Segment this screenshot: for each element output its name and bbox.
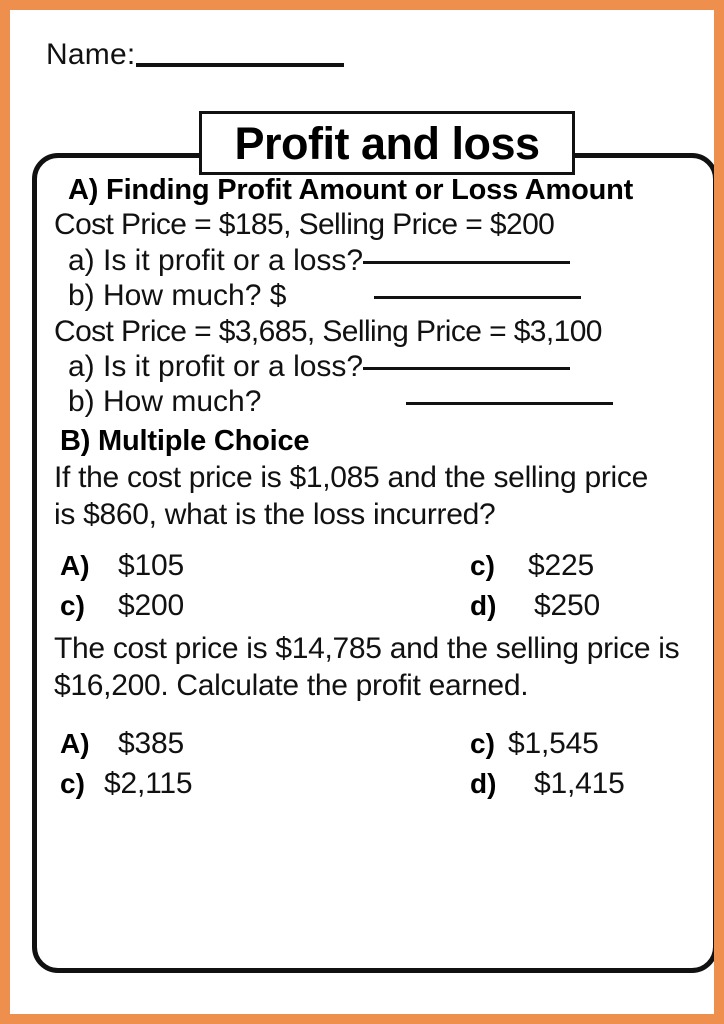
mc2-option-b-label: c) [470,727,495,759]
name-label: Name: [46,38,136,71]
mc1-option-d-value: $250 [534,589,600,623]
problem-1-answer-blank-a[interactable] [363,260,571,264]
mc1-option-b-value: $225 [528,549,594,583]
mc2-option-c-value: $2,115 [104,766,193,800]
mc1-option-d[interactable]: d) $250 [470,589,704,623]
mc-question-1-options: A) $105 c) $225 c) $200 d) $250 [46,549,704,623]
section-b-heading: B) Multiple Choice [60,424,310,457]
mc2-option-c-label: c) [60,767,85,799]
problem-1-sub-b: b) How much? $ [46,278,704,313]
mc2-option-b-value: $1,545 [508,726,599,760]
mc-question-2-line-2: $16,200. Calculate the profit earned. [54,669,529,702]
problem-2-prompt: Cost Price = $3,685, Selling Price = $3,… [54,314,602,348]
problem-2-sub-b-text: b) How much? [68,385,262,419]
mc2-option-a-value: $385 [118,726,184,760]
worksheet-paper: Name: Profit and loss A) Finding Profit … [10,10,714,1014]
mc2-option-d[interactable]: d) $1,415 [470,767,704,801]
problem-2-answer-blank-b[interactable] [406,402,614,406]
title-box: Profit and loss [199,111,575,175]
mc-question-2-options: A) $385 c) $1,545 c) $2,115 d) $1,415 [46,727,704,801]
mc1-option-a[interactable]: A) $105 [60,549,470,583]
mc1-option-b[interactable]: c) $225 [470,549,704,583]
section-a-heading: A) Finding Profit Amount or Loss Amount [68,174,634,206]
mc2-option-d-label: d) [470,767,497,799]
mc1-option-c-value: $200 [118,589,184,623]
mc1-option-a-label: A) [60,550,90,582]
mc2-option-c[interactable]: c) $2,115 [60,767,470,801]
problem-2-sub-a-text: a) Is it profit or a loss? [68,350,364,383]
worksheet-content: A) Finding Profit Amount or Loss Amount … [32,153,714,973]
mc2-option-a[interactable]: A) $385 [60,727,470,761]
name-blank-line[interactable] [136,63,345,67]
mc2-option-b[interactable]: c) $1,545 [470,727,704,761]
mc-question-1-line-1: If the cost price is $1,085 and the sell… [54,461,648,495]
worksheet-page: Name: Profit and loss A) Finding Profit … [0,0,724,1024]
name-field-row: Name: [46,38,345,71]
problem-1-sub-b-text: b) How much? $ [68,279,287,313]
problem-2-answer-blank-a[interactable] [363,367,571,370]
problem-1-sub-a-text: a) Is it profit or a loss? [68,243,364,277]
mc1-option-c-label: c) [60,590,85,622]
mc1-option-a-value: $105 [118,549,184,583]
mc1-option-d-label: d) [470,590,497,622]
page-title: Profit and loss [234,117,540,169]
problem-2-sub-a: a) Is it profit or a loss? [46,349,704,384]
problem-1-sub-a: a) Is it profit or a loss? [46,243,704,278]
problem-1-prompt: Cost Price = $185, Selling Price = $200 [54,208,555,242]
mc1-option-c[interactable]: c) $200 [60,589,470,623]
mc-question-2-line-1: The cost price is $14,785 and the sellin… [54,632,680,666]
mc2-option-d-value: $1,415 [534,766,625,800]
problem-1-answer-blank-b[interactable] [374,296,582,300]
mc1-option-b-label: c) [470,550,495,582]
mc2-option-a-label: A) [60,727,90,759]
mc-question-1-line-2: is $860, what is the loss incurred? [54,497,496,531]
problem-2-sub-b: b) How much? [46,384,704,419]
